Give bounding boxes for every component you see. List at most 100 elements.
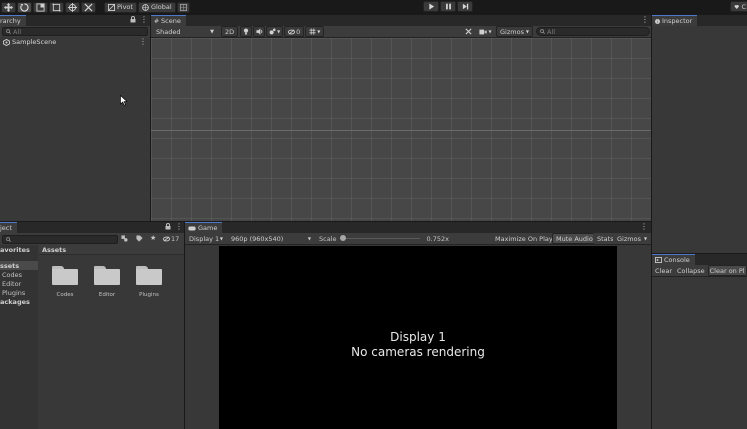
tree-item-label: ssets xyxy=(0,261,20,270)
tab-game[interactable]: Game xyxy=(185,222,223,233)
scene-more-icon[interactable]: ⋮ xyxy=(139,37,147,46)
search-by-type-icon[interactable] xyxy=(121,235,128,242)
scale-value: 0.752x xyxy=(426,234,449,243)
more-options-icon[interactable]: ⋮ xyxy=(140,15,148,24)
hidden-packages-eye-icon xyxy=(163,236,170,242)
favorite-star-icon[interactable]: ★ xyxy=(150,234,156,242)
search-icon xyxy=(6,29,11,34)
console-clear-button[interactable]: Clear xyxy=(653,265,674,276)
transform-tools xyxy=(1,1,96,13)
folder-icon xyxy=(52,265,78,285)
eye-slash-icon xyxy=(288,28,296,35)
game-gizmos-chevron-icon: ▼ xyxy=(643,236,648,241)
project-tab-label: ject xyxy=(0,224,12,232)
rotate-tool-button[interactable] xyxy=(17,1,32,13)
folder-icon xyxy=(136,265,162,285)
scene-tabbar: # Scene ⋮ xyxy=(151,15,651,26)
scene-search-placeholder: All xyxy=(547,27,556,36)
hidden-objects-toggle[interactable]: 0 xyxy=(284,26,305,37)
rect-tool-button[interactable] xyxy=(49,1,64,13)
favorites-header[interactable]: avorites xyxy=(0,245,38,255)
scale-tool-button[interactable] xyxy=(33,1,48,13)
hierarchy-search-input[interactable]: All xyxy=(2,27,148,36)
scale-slider-track xyxy=(339,237,420,239)
console-clear-on-play-toggle[interactable]: Clear on Pl xyxy=(707,265,747,276)
display-label: Display 1 xyxy=(189,234,220,243)
project-search-input[interactable] xyxy=(2,234,118,244)
console-collapse-toggle[interactable]: Collapse xyxy=(675,265,707,276)
scene-search-icon xyxy=(540,29,545,34)
tab-project[interactable]: ject xyxy=(0,222,17,233)
tree-item[interactable]: ssets xyxy=(0,261,38,270)
pause-button[interactable] xyxy=(440,1,456,12)
pivot-button[interactable]: Pivot xyxy=(104,1,137,13)
console-toolbar: Clear Collapse Clear on Pl xyxy=(652,265,747,277)
tab-console[interactable]: Console xyxy=(652,254,695,265)
game-viewport[interactable]: Display 1 No cameras rendering xyxy=(219,246,617,429)
mute-audio-toggle[interactable]: Mute Audio xyxy=(552,233,597,244)
pivot-icon xyxy=(108,3,115,11)
pause-icon xyxy=(445,3,451,10)
camera-chevron-icon: ▼ xyxy=(488,29,492,34)
tree-item[interactable]: Plugins xyxy=(0,288,38,297)
camera-dropdown[interactable]: ▼ xyxy=(476,26,495,37)
maximize-on-play-toggle[interactable]: Maximize On Play xyxy=(491,233,557,244)
global-label: Global xyxy=(150,3,172,11)
lighting-toggle[interactable] xyxy=(240,26,253,37)
project-lock-icon[interactable] xyxy=(165,223,171,230)
tree-item[interactable]: Codes xyxy=(0,270,38,279)
tools-button[interactable] xyxy=(462,26,474,37)
account-button[interactable]: C xyxy=(730,1,747,12)
mouse-cursor-icon xyxy=(120,95,128,106)
project-more-options-icon[interactable]: ⋮ xyxy=(175,222,183,231)
custom-tool-button[interactable] xyxy=(81,1,96,13)
game-more-options-icon[interactable]: ⋮ xyxy=(640,222,648,231)
label-filter-icon[interactable] xyxy=(136,235,143,242)
resolution-label: 960p (960x540) xyxy=(231,234,284,243)
scene-viewport[interactable] xyxy=(151,38,651,221)
transform-icon xyxy=(68,2,77,12)
scale-slider-handle[interactable] xyxy=(339,234,346,241)
lock-icon[interactable] xyxy=(130,16,136,23)
move-tool-button[interactable] xyxy=(1,1,16,13)
tab-inspector[interactable]: i Inspector xyxy=(652,15,698,26)
audio-toggle[interactable] xyxy=(253,26,266,37)
tab-scene[interactable]: # Scene xyxy=(151,15,186,26)
step-button[interactable] xyxy=(457,1,473,12)
gizmos-chevron-icon: ▼ xyxy=(525,29,529,34)
game-tabbar: Game ⋮ xyxy=(185,222,651,233)
unity-scene-icon xyxy=(3,38,10,46)
display-dropdown[interactable]: Display 1 ▼ xyxy=(185,233,227,244)
draw-mode-dropdown[interactable]: Shaded ▼ xyxy=(152,26,218,37)
hierarchy-toolbar: All xyxy=(0,26,150,37)
resolution-dropdown[interactable]: 960p (960x540) ▼ xyxy=(227,233,315,244)
transform-tool-button[interactable] xyxy=(65,1,80,13)
tab-hierarchy[interactable]: rarchy xyxy=(0,15,26,26)
game-gizmos-dropdown[interactable]: Gizmos ▼ xyxy=(613,233,652,244)
folder-item[interactable]: Plugins xyxy=(136,265,162,298)
grid-snap-button[interactable] xyxy=(176,1,190,13)
folder-item[interactable]: Editor xyxy=(94,265,120,298)
move-icon xyxy=(4,2,13,12)
folder-icon xyxy=(94,265,120,285)
gizmos-dropdown[interactable]: Gizmos ▼ xyxy=(496,26,533,37)
tree-item-label: Codes xyxy=(2,270,23,279)
mode-2d-toggle[interactable]: 2D xyxy=(221,26,239,37)
breadcrumb-assets[interactable]: Assets xyxy=(42,246,66,254)
effects-dropdown[interactable]: ▼ xyxy=(266,26,284,37)
tree-item[interactable]: Editor xyxy=(0,279,38,288)
folder-item[interactable]: Codes xyxy=(52,265,78,298)
grid-dropdown[interactable]: ▼ xyxy=(305,26,325,37)
console-icon xyxy=(655,257,662,263)
global-button[interactable]: Global xyxy=(137,1,176,13)
tree-item[interactable]: ackages xyxy=(0,297,38,306)
scale-slider[interactable] xyxy=(339,234,420,243)
play-button[interactable] xyxy=(423,1,439,12)
scene-more-options-icon[interactable]: ⋮ xyxy=(641,15,649,24)
inspector-panel: i Inspector xyxy=(652,15,747,253)
project-tree: avorites ssets Codes Editor Plugins ackages xyxy=(0,245,38,429)
hierarchy-scene-row[interactable]: SampleScene ⋮ xyxy=(0,37,150,47)
hidden-packages-toggle[interactable]: 17 xyxy=(163,235,179,243)
scale-icon xyxy=(36,2,45,12)
scene-search-input[interactable]: All xyxy=(536,27,650,36)
